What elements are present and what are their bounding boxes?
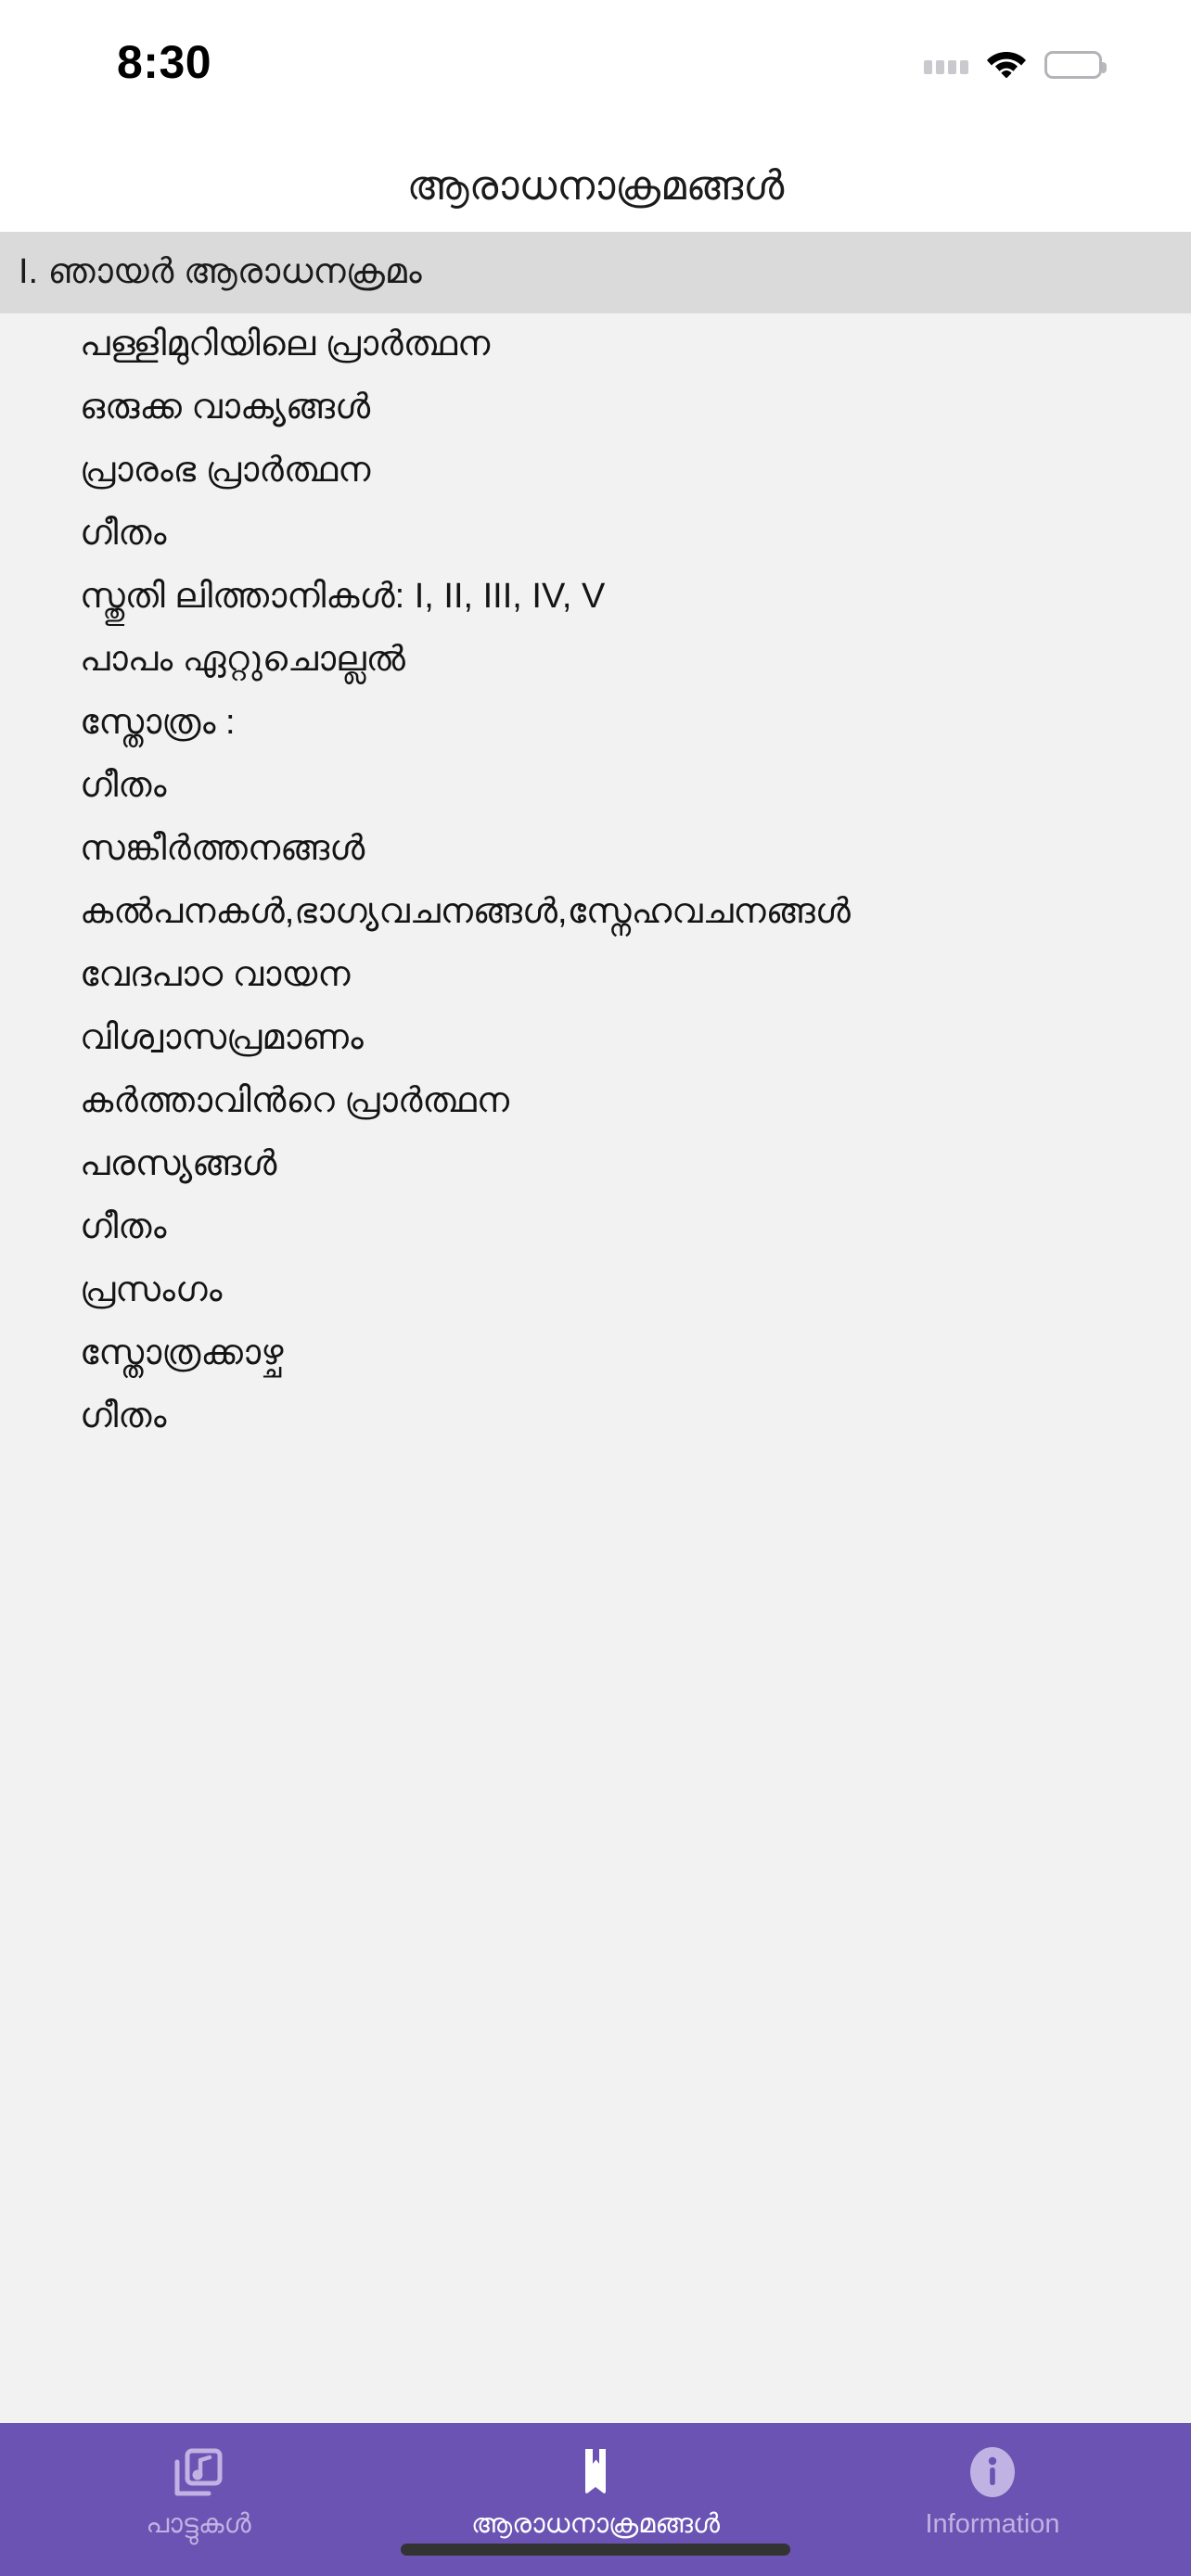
list-item[interactable]: ഗീതം — [0, 503, 1191, 566]
navigation-bar: ആരാധനാക്രമങ്ങൾ — [0, 139, 1191, 232]
info-circle-icon — [964, 2443, 1021, 2501]
section-header-label: I. ഞായർ ആരാധനക്രമം — [19, 252, 422, 292]
list-item[interactable]: പ്രാരംഭ പ്രാർത്ഥന — [0, 440, 1191, 503]
section-header: I. ഞായർ ആരാധനക്രമം — [0, 232, 1191, 313]
status-bar: 8:30 — [0, 0, 1191, 139]
list-item-label: പ്രാരംഭ പ്രാർത്ഥന — [80, 451, 371, 491]
list-item[interactable]: ഗീതം — [0, 1385, 1191, 1448]
list-item-label: സ്തുതി ലിത്താനികൾ: I, II, III, IV, V — [80, 577, 606, 617]
list-item[interactable]: സ്തുതി ലിത്താനികൾ: I, II, III, IV, V — [0, 566, 1191, 629]
list-item-label: സങ്കീർത്തനങ്ങൾ — [80, 829, 365, 869]
home-indicator — [401, 2544, 790, 2556]
page-title: ആരാധനാക്രമങ്ങൾ — [406, 162, 785, 209]
list-item[interactable]: പാപം ഏറ്റുചൊല്ലൽ — [0, 629, 1191, 692]
list-item-label: ഒരുക്ക വാക്യങ്ങൾ — [80, 388, 371, 427]
list-item[interactable]: ഗീതം — [0, 755, 1191, 818]
tab-songs-label: പാട്ടുകൾ — [146, 2509, 251, 2539]
list-item[interactable]: സ്തോത്രം : — [0, 692, 1191, 755]
tab-songs[interactable]: പാട്ടുകൾ — [0, 2443, 397, 2540]
list-item-label: വേദപാഠ വായന — [80, 955, 351, 995]
list-item-label: പാപം ഏറ്റുചൊല്ലൽ — [80, 640, 405, 680]
cellular-signal-dots-icon — [924, 56, 968, 74]
list-item[interactable]: പ്രസംഗം — [0, 1259, 1191, 1322]
bookmark-book-icon — [567, 2443, 624, 2501]
list-item-label: വിശ്വാസപ്രമാണം — [80, 1018, 364, 1058]
list-item[interactable]: കർത്താവിൻറെ പ്രാർത്ഥന — [0, 1070, 1191, 1133]
list-item-label: ഗീതം — [80, 1396, 167, 1436]
list-item[interactable]: സങ്കീർത്തനങ്ങൾ — [0, 818, 1191, 881]
list-item[interactable]: സ്തോത്രക്കാഴ്ച — [0, 1322, 1191, 1385]
list-item[interactable]: കൽപനകൾ,ഭാഗ്യവചനങ്ങൾ,സ്നേഹവചനങ്ങൾ — [0, 881, 1191, 944]
list-item[interactable]: ഗീതം — [0, 1196, 1191, 1259]
app-screen: 8:30 ആരാധനാക്രമങ്ങൾ I. ഞായർ ആരാധനക്രമം പ… — [0, 0, 1191, 2576]
list-item-label: ഗീതം — [80, 766, 167, 806]
list-item-label: ഗീതം — [80, 1207, 167, 1247]
battery-full-icon — [1044, 51, 1107, 79]
list-item-label: പള്ളിമുറിയിലെ പ്രാർത്ഥന — [80, 325, 491, 364]
tab-information-label: Information — [925, 2509, 1060, 2539]
tab-information[interactable]: Information — [794, 2443, 1191, 2540]
list-item-label: സ്തോത്രക്കാഴ്ച — [80, 1333, 284, 1373]
liturgy-item-list[interactable]: പള്ളിമുറിയിലെ പ്രാർത്ഥന ഒരുക്ക വാക്യങ്ങൾ പ… — [0, 313, 1191, 1448]
list-item[interactable]: വേദപാഠ വായന — [0, 944, 1191, 1007]
list-item[interactable]: പരസ്യങ്ങൾ — [0, 1133, 1191, 1196]
status-indicators — [924, 46, 1107, 83]
list-item[interactable]: ഒരുക്ക വാക്യങ്ങൾ — [0, 376, 1191, 440]
music-library-icon — [170, 2443, 227, 2501]
list-item-label: പരസ്യങ്ങൾ — [80, 1144, 277, 1184]
list-item-label: പ്രസംഗം — [80, 1270, 223, 1310]
wifi-icon — [986, 48, 1027, 83]
status-time: 8:30 — [117, 36, 212, 88]
tab-liturgies[interactable]: ആരാധനാക്രമങ്ങൾ — [397, 2443, 794, 2540]
list-item[interactable]: വിശ്വാസപ്രമാണം — [0, 1007, 1191, 1070]
list-item-label: ഗീതം — [80, 514, 167, 554]
tab-liturgies-label: ആരാധനാക്രമങ്ങൾ — [470, 2509, 721, 2539]
list-item-label: കൽപനകൾ,ഭാഗ്യവചനങ്ങൾ,സ്നേഹവചനങ്ങൾ — [80, 892, 851, 932]
list-item-label: കർത്താവിൻറെ പ്രാർത്ഥന — [80, 1081, 509, 1121]
list-item-label: സ്തോത്രം : — [80, 703, 236, 743]
list-item[interactable]: പള്ളിമുറിയിലെ പ്രാർത്ഥന — [0, 313, 1191, 376]
content-area[interactable]: I. ഞായർ ആരാധനക്രമം പള്ളിമുറിയിലെ പ്രാർത്… — [0, 232, 1191, 2576]
